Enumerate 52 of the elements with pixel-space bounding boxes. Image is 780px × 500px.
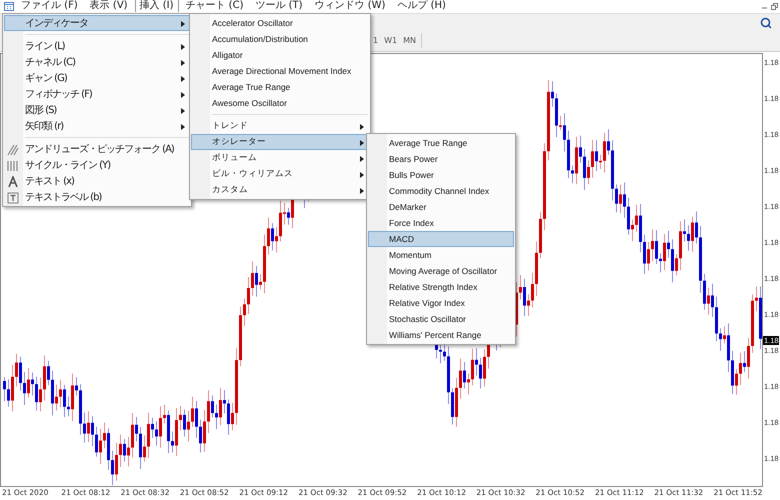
menu-item[interactable]: Alligator xyxy=(191,47,369,63)
menu-bar-item[interactable]: 挿入 (I) xyxy=(134,0,178,12)
menu-item[interactable]: チャネル (C) xyxy=(4,54,190,70)
menu-bar-item[interactable]: ヘルプ (H) xyxy=(392,0,451,12)
menu-bar-item[interactable]: 表示 (V) xyxy=(84,0,133,12)
menu-item[interactable]: Stochastic Oscillator xyxy=(368,311,514,327)
menu-item[interactable]: Accelerator Oscillator xyxy=(191,15,369,31)
text-label-icon xyxy=(7,192,19,204)
menu-item[interactable]: ボリューム xyxy=(191,150,369,166)
restore-icon xyxy=(771,2,778,10)
menu-bar-item[interactable]: ウィンドウ (W) xyxy=(310,0,390,12)
menu-item[interactable]: Williams' Percent Range xyxy=(368,327,514,343)
timeframe-button[interactable]: MN xyxy=(403,36,416,46)
menu-item[interactable]: テキスト (x) xyxy=(4,173,190,189)
menu-bar-item[interactable]: チャート (C) xyxy=(180,0,248,12)
menu-item[interactable]: ビル・ウィリアムス xyxy=(191,166,369,182)
menu-item[interactable]: MACD xyxy=(368,231,514,247)
menu-item[interactable]: ライン (L) xyxy=(4,38,190,54)
menu-item[interactable]: Relative Strength Index xyxy=(368,279,514,295)
menu-item[interactable]: Bulls Power xyxy=(368,167,514,183)
menu-item[interactable]: Force Index xyxy=(368,215,514,231)
search-button[interactable] xyxy=(760,16,772,29)
menu-item[interactable]: Moving Average of Oscillator xyxy=(368,263,514,279)
vertical-lines-icon xyxy=(7,160,19,172)
menu-item[interactable]: Average Directional Movement Index xyxy=(191,63,369,79)
diagonal-lines-icon xyxy=(7,144,19,156)
menu-item[interactable]: ギャン (G) xyxy=(4,70,190,86)
menu-item[interactable]: Commodity Channel Index xyxy=(368,183,514,199)
menu-item[interactable]: Accumulation/Distribution xyxy=(191,31,369,47)
menu-bar-item[interactable]: ツール (T) xyxy=(250,0,308,12)
menu-item[interactable]: オシレーター xyxy=(191,134,369,150)
timeframe-button[interactable]: W1 xyxy=(384,36,398,46)
letter-a-icon xyxy=(7,176,19,188)
menu-item[interactable]: Momentum xyxy=(368,247,514,263)
menu-item[interactable]: テキストラベル (b) xyxy=(4,189,190,205)
menu-item[interactable]: トレンド xyxy=(191,118,369,134)
menu-item[interactable]: 図形 (S) xyxy=(4,102,190,118)
menu-item[interactable]: アンドリューズ・ピッチフォーク (A) xyxy=(4,141,190,157)
menu-item[interactable]: 矢印類 (r) xyxy=(4,118,190,134)
menu-item[interactable]: インディケータ xyxy=(4,15,190,31)
menu-item[interactable]: Average True Range xyxy=(368,135,514,151)
menu-item[interactable]: DeMarker xyxy=(368,199,514,215)
timeframe-button[interactable]: 1 xyxy=(373,36,378,46)
menu-bar-item[interactable]: ファイル (F) xyxy=(16,0,83,12)
menu-item[interactable]: Relative Vigor Index xyxy=(368,295,514,311)
menu-item[interactable]: カスタム xyxy=(191,182,369,198)
menu-item[interactable]: Average True Range xyxy=(191,79,369,95)
menu-item[interactable]: サイクル・ライン (Y) xyxy=(4,157,190,173)
menu-item[interactable]: Bears Power xyxy=(368,151,514,167)
menu-item[interactable]: Awesome Oscillator xyxy=(191,95,369,111)
menu-item[interactable]: フィボナッチ (F) xyxy=(4,86,190,102)
search-icon xyxy=(760,16,772,29)
